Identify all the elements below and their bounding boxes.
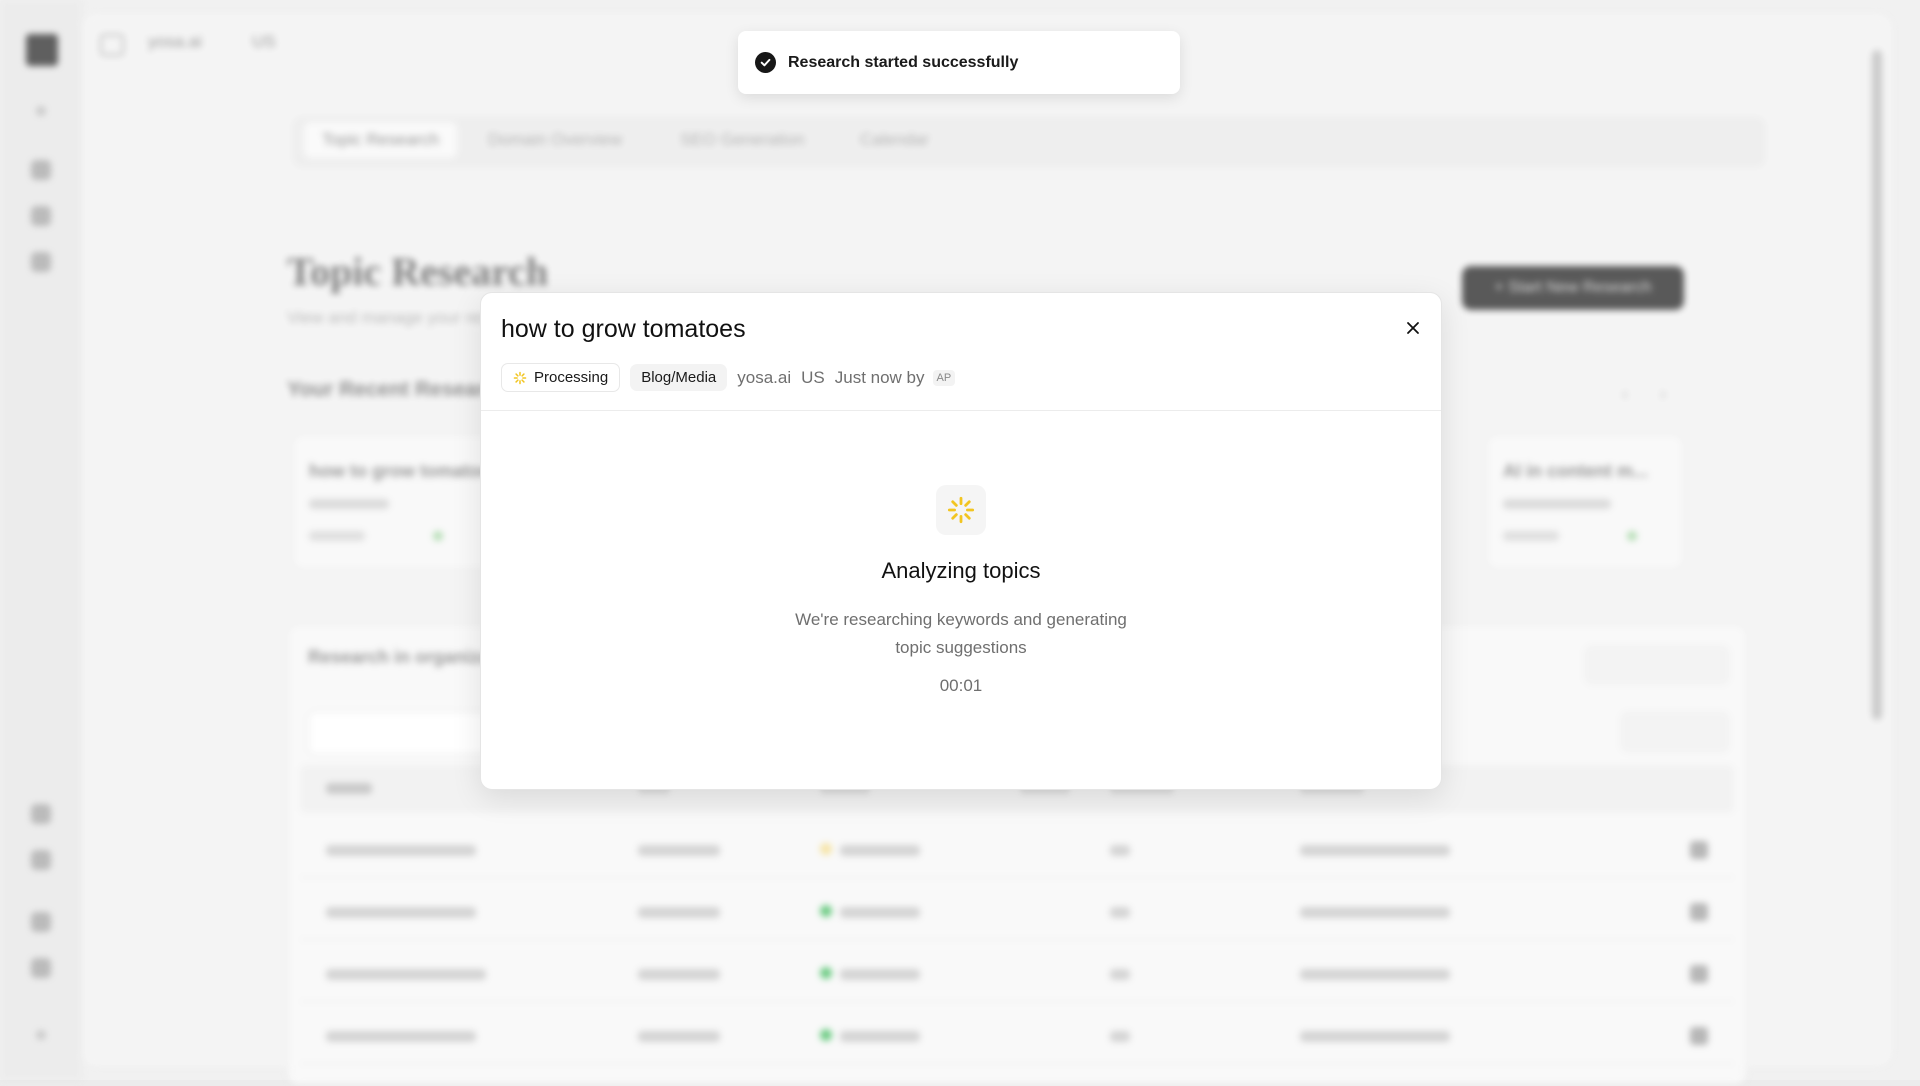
success-toast: Research started successfully [738,31,1180,94]
author-avatar: AP [932,369,956,386]
content-type-badge: Blog/Media [630,364,728,391]
elapsed-timer: 00:01 [939,676,983,695]
modal-title: how to grow tomatoes [501,315,746,343]
toast-message: Research started successfully [788,53,1019,71]
analyzing-title: Analyzing topics [881,558,1041,583]
check-circle-icon [755,52,776,73]
analyzing-description: We're researching keywords and generatin… [795,610,1127,657]
region-label: US [801,367,825,387]
status-label: Processing [534,369,609,386]
close-button[interactable] [1398,313,1428,343]
status-badge: Processing [501,363,621,392]
created-label: Just now by [834,367,925,387]
spinner-icon [513,371,527,385]
analyzing-state: Analyzing topics We're researching keywo… [481,410,1441,789]
domain-label: yosa.ai [737,367,792,387]
modal-meta: Processing Blog/Media yosa.ai US Just no… [501,363,956,392]
modal-header: how to grow tomatoes Processing Blog/Med… [481,293,1441,411]
close-icon [1407,322,1419,334]
spinner-icon [936,485,986,535]
research-modal: how to grow tomatoes Processing Blog/Med… [480,292,1442,790]
